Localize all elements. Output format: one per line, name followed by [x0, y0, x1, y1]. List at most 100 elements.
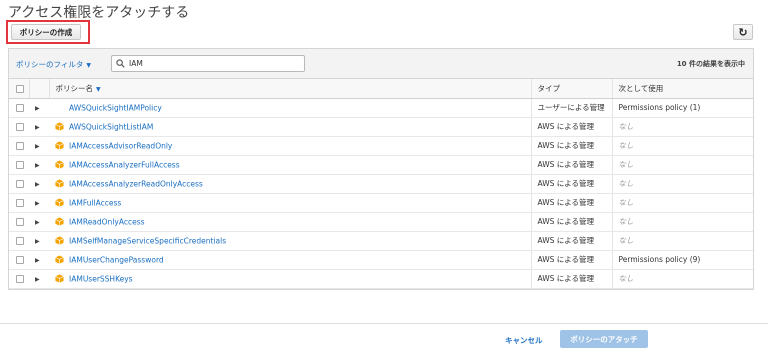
row-expand-cell: ▶ [29, 117, 49, 137]
expand-arrow-icon[interactable]: ▶ [35, 143, 40, 150]
table-row[interactable]: ▶ IAMFullAccess AWS による管理 なし [9, 193, 753, 213]
expand-arrow-icon[interactable]: ▶ [35, 200, 40, 207]
policy-type: AWS による管理 [530, 117, 612, 137]
row-checkbox[interactable] [16, 123, 24, 131]
policy-type: AWS による管理 [530, 136, 612, 156]
column-header-policy-name[interactable]: ポリシー名 ▼ [48, 79, 531, 99]
policy-name-link[interactable]: IAMFullAccess [69, 198, 121, 207]
table-row[interactable]: ▶ IAMSelfManageServiceSpecificCredentials… [9, 231, 753, 251]
policy-type: AWS による管理 [530, 155, 612, 175]
table-row[interactable]: ▶ IAMAccessAdvisorReadOnly AWS による管理 なし [9, 136, 753, 156]
policy-name-cell: IAMAccessAdvisorReadOnly [49, 136, 531, 156]
policy-filter-label: ポリシーのフィルタ [16, 60, 84, 69]
aws-managed-policy-icon [55, 141, 64, 150]
row-expand-cell: ▶ [29, 212, 49, 232]
table-row[interactable]: ▶ IAMAccessAnalyzerReadOnlyAccess AWS による管… [9, 174, 753, 194]
aws-managed-policy-icon [55, 255, 64, 264]
policy-name-link[interactable]: AWSQuickSightIAMPolicy [69, 103, 162, 112]
policy-type: AWS による管理 [530, 250, 612, 270]
expand-arrow-icon[interactable]: ▶ [35, 219, 40, 226]
policy-usage: Permissions policy (1) [618, 103, 701, 112]
policy-name-cell: AWSQuickSightIAMPolicy [49, 98, 531, 118]
table-header-row: ポリシー名 ▼ タイプ 次として使用 [9, 79, 753, 99]
policy-usage: なし [618, 122, 634, 131]
aws-managed-policy-icon [55, 236, 64, 245]
policy-type: AWS による管理 [530, 231, 612, 251]
header-checkbox-cell [9, 79, 29, 99]
policy-name-link[interactable]: IAMUserSSHKeys [69, 274, 133, 283]
expand-arrow-icon[interactable]: ▶ [35, 162, 40, 169]
policy-name-link[interactable]: IAMSelfManageServiceSpecificCredentials [69, 236, 226, 245]
refresh-button[interactable]: ↻ [733, 24, 753, 40]
policy-filter-dropdown[interactable]: ポリシーのフィルタ ▼ [16, 59, 91, 70]
expand-arrow-icon[interactable]: ▶ [35, 181, 40, 188]
search-input[interactable] [129, 59, 299, 68]
table-row[interactable]: ▶ IAMUserSSHKeys AWS による管理 なし [9, 269, 753, 289]
column-header-type[interactable]: タイプ [530, 79, 612, 99]
policy-name-cell: IAMAccessAnalyzerReadOnlyAccess [49, 174, 531, 194]
expand-arrow-icon[interactable]: ▶ [35, 105, 40, 112]
table-row[interactable]: ▶ IAMAccessAnalyzerFullAccess AWS による管理 なし [9, 155, 753, 175]
policy-name-link[interactable]: IAMAccessAnalyzerFullAccess [69, 160, 180, 169]
row-checkbox[interactable] [16, 199, 24, 207]
row-expand-cell: ▶ [29, 231, 49, 251]
policy-type: AWS による管理 [530, 212, 612, 232]
row-checkbox[interactable] [16, 180, 24, 188]
aws-managed-policy-icon [55, 179, 64, 188]
attach-policy-button[interactable]: ポリシーのアタッチ [560, 330, 648, 348]
table-row[interactable]: ▶ IAMReadOnlyAccess AWS による管理 なし [9, 212, 753, 232]
aws-managed-policy-icon [55, 160, 64, 169]
expand-arrow-icon[interactable]: ▶ [35, 238, 40, 245]
row-checkbox[interactable] [16, 237, 24, 245]
expand-arrow-icon[interactable]: ▶ [35, 124, 40, 131]
row-expand-cell: ▶ [29, 136, 49, 156]
row-checkbox[interactable] [16, 218, 24, 226]
policy-type: AWS による管理 [530, 174, 612, 194]
row-checkbox-cell [9, 269, 29, 289]
row-expand-cell: ▶ [29, 155, 49, 175]
row-checkbox[interactable] [16, 104, 24, 112]
expand-arrow-icon[interactable]: ▶ [35, 276, 40, 283]
policy-list-panel: ポリシーのフィルタ▼ 10 件の結果を表示中 ポリシー名▼ タイプ 次として使用… [8, 48, 754, 290]
aws-managed-policy-icon [55, 198, 64, 207]
policy-name-link[interactable]: IAMUserChangePassword [69, 255, 164, 264]
column-header-usage[interactable]: 次として使用 [611, 79, 753, 99]
row-checkbox-cell [9, 250, 29, 270]
refresh-icon: ↻ [738, 25, 748, 39]
footer-divider [0, 323, 768, 324]
policy-name-link[interactable]: IAMAccessAnalyzerReadOnlyAccess [69, 179, 203, 188]
expand-arrow-icon[interactable]: ▶ [35, 257, 40, 264]
result-count: 10 件の結果を表示中 [676, 60, 745, 68]
policy-usage: なし [618, 198, 634, 207]
row-checkbox[interactable] [16, 142, 24, 150]
table-row[interactable]: ▶ IAMUserChangePassword AWS による管理 Permissio… [9, 250, 753, 270]
table-row[interactable]: ▶ AWSQuickSightListIAM AWS による管理 なし [9, 117, 753, 137]
row-checkbox-cell [9, 117, 29, 137]
search-box[interactable] [111, 55, 305, 72]
policy-name-link[interactable]: IAMReadOnlyAccess [69, 217, 145, 226]
policy-usage: Permissions policy (9) [618, 255, 701, 264]
search-icon [116, 59, 125, 68]
row-expand-cell: ▶ [29, 98, 49, 118]
create-policy-button[interactable]: ポリシーの作成 [11, 24, 81, 40]
cancel-button[interactable]: キャンセル [505, 335, 543, 346]
policy-toolbar: ポリシーのフィルタ▼ 10 件の結果を表示中 [9, 49, 753, 79]
policy-name-cell: IAMUserChangePassword [49, 250, 531, 270]
select-all-checkbox[interactable] [16, 84, 24, 93]
policy-name-link[interactable]: IAMAccessAdvisorReadOnly [69, 141, 172, 150]
policy-name-cell: AWSQuickSightListIAM [49, 117, 531, 137]
policy-type: ユーザーによる管理 [530, 98, 612, 118]
row-checkbox-cell [9, 193, 29, 213]
table-row[interactable]: ▶ AWSQuickSightIAMPolicy ユーザーによる管理 Permissi… [9, 98, 753, 118]
aws-managed-policy-icon [55, 122, 64, 131]
policy-name-cell: IAMReadOnlyAccess [49, 212, 531, 232]
row-checkbox-cell [9, 155, 29, 175]
policy-type: AWS による管理 [530, 193, 612, 213]
row-expand-cell: ▶ [29, 174, 49, 194]
row-checkbox[interactable] [16, 161, 24, 169]
row-checkbox-cell [9, 212, 29, 232]
row-checkbox[interactable] [16, 275, 24, 283]
row-checkbox[interactable] [16, 256, 24, 264]
policy-usage: なし [618, 160, 634, 169]
policy-name-link[interactable]: AWSQuickSightListIAM [69, 122, 153, 131]
